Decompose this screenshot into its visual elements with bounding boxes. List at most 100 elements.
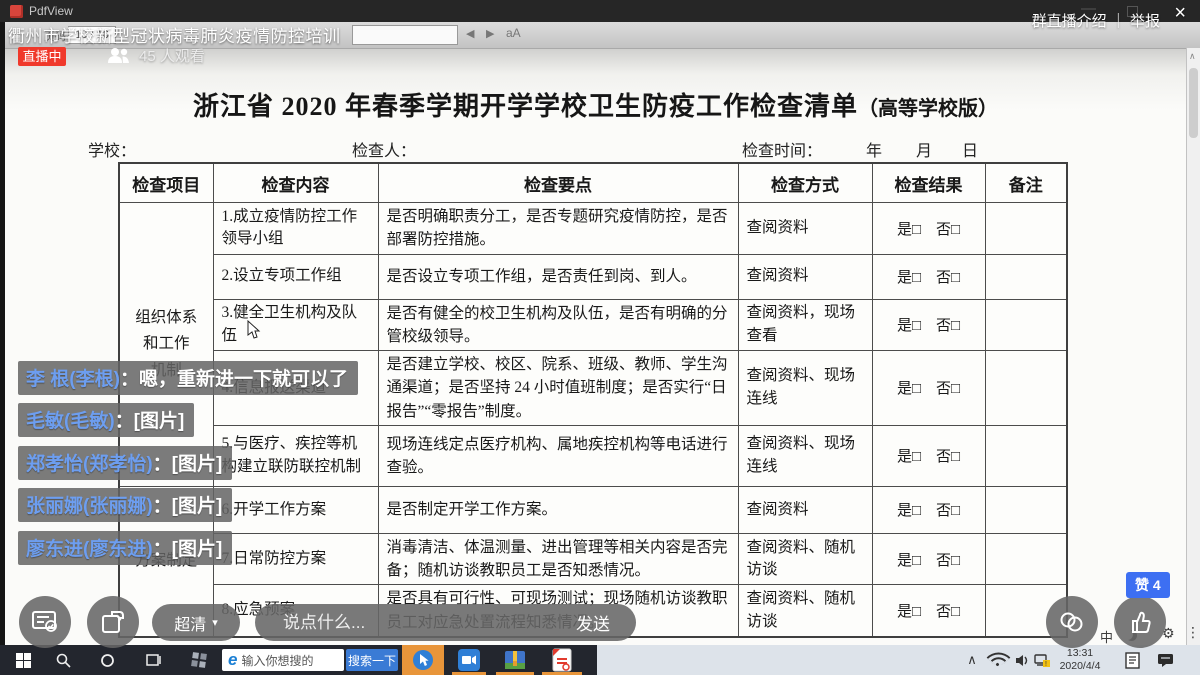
- task-view-icon: [145, 653, 161, 667]
- notes-icon[interactable]: [1120, 645, 1144, 675]
- cell-points: 是否明确职责分工，是否专题研究疫情防控，是否部署防控措施。: [378, 203, 738, 255]
- pdfview-app-icon: [10, 5, 23, 18]
- live-badge: 直播中: [18, 47, 66, 66]
- cell-content: 1.成立疫情防控工作领导小组: [213, 203, 378, 255]
- start-button[interactable]: [8, 645, 38, 675]
- cell-result: 是□ 否□: [872, 351, 985, 426]
- document-scrollbar[interactable]: ∧: [1186, 48, 1200, 645]
- table-row: 5.与医疗、疾控等机构建立联防联控机制 现场连线定点医疗机构、属地疾控机构等电话…: [119, 425, 1067, 486]
- cortana-icon: [100, 653, 115, 668]
- chat-sender-name: 张丽娜(张丽娜): [26, 496, 153, 517]
- pinned-app-pinwheel[interactable]: [184, 645, 214, 675]
- mouse-cursor: [246, 320, 261, 340]
- viewers-icon: [106, 47, 132, 64]
- video-app-icon: [458, 649, 480, 671]
- cell-remark: [985, 299, 1067, 351]
- notification-center-icon[interactable]: [1152, 645, 1178, 675]
- edge-icon[interactable]: e: [228, 650, 237, 670]
- share-button[interactable]: [1046, 596, 1098, 648]
- cell-result: 是□ 否□: [872, 533, 985, 585]
- cell-points: 是否制定开学工作方案。: [378, 486, 738, 533]
- report-link[interactable]: 举报: [1130, 13, 1160, 30]
- like-button[interactable]: [1114, 596, 1166, 648]
- table-row: 方案制定 6.开学工作方案 是否制定开学工作方案。 查阅资料 是□ 否□: [119, 486, 1067, 533]
- cell-points: 消毒清洁、体温测量、进出管理等相关内容是否完备；随机访谈教职员工是否知悉情况。: [378, 533, 738, 585]
- col-header-points: 检查要点: [378, 163, 738, 203]
- thumbs-up-icon: [1127, 609, 1153, 635]
- network-icon[interactable]: !: [1032, 645, 1052, 675]
- chat-input[interactable]: [255, 612, 576, 634]
- share-link-icon: [1058, 611, 1086, 633]
- scrollbar-thumb[interactable]: [1189, 68, 1198, 138]
- task-view-button[interactable]: [138, 645, 168, 675]
- menu-divider: ｜: [1111, 13, 1126, 30]
- meta-year: 年: [866, 137, 882, 161]
- taskbar-search-box[interactable]: e 输入你想搜的: [222, 649, 344, 671]
- viewer-count: 45 人观看: [106, 45, 205, 66]
- tray-chevron-up[interactable]: ∧: [962, 645, 982, 675]
- font-size-icon[interactable]: aA: [506, 26, 521, 40]
- live-stream-window: PdfView 页码 10 / 16 ◀ ▶ aA 浙江省 2020 年春季学期…: [0, 0, 1200, 675]
- svg-text:!: !: [1045, 661, 1047, 667]
- scrollbar-up-icon[interactable]: ∧: [1189, 52, 1196, 62]
- taskbar-search-button[interactable]: [48, 645, 78, 675]
- cell-points: 是否设立专项工作组，是否责任到岗、到人。: [378, 254, 738, 299]
- cell-method: 查阅资料: [738, 254, 872, 299]
- taskbar-search-placeholder: 输入你想搜的: [241, 652, 313, 669]
- stream-top-menu: 群直播介绍 ｜ 举报: [1032, 10, 1160, 31]
- prev-page-icon[interactable]: ◀: [466, 27, 474, 40]
- wifi-icon[interactable]: [988, 645, 1008, 675]
- col-header-content: 检查内容: [213, 163, 378, 203]
- table-header-row: 检查项目 检查内容 检查要点 检查方式 检查结果 备注: [119, 163, 1067, 203]
- group-live-intro-link[interactable]: 群直播介绍: [1032, 13, 1107, 30]
- stream-title: 衢州市学校新型冠状病毒肺炎疫情防控培训: [8, 22, 341, 47]
- search-go-button[interactable]: 搜索一下: [346, 649, 398, 671]
- cell-result: 是□ 否□: [872, 203, 985, 255]
- chat-message: 郑孝怡(郑孝怡)：[图片]: [18, 446, 232, 480]
- taskbar-app-archive[interactable]: [494, 645, 536, 675]
- cell-result: 是□ 否□: [872, 299, 985, 351]
- cell-remark: [985, 425, 1067, 486]
- checklist-body: 组织体系 和工作 机制 1.成立疫情防控工作领导小组 是否明确职责分工，是否专题…: [119, 203, 1067, 637]
- cell-remark: [985, 351, 1067, 426]
- col-header-method: 检查方式: [738, 163, 872, 203]
- col-header-remark: 备注: [985, 163, 1067, 203]
- cortana-button[interactable]: [92, 645, 122, 675]
- like-count-badge: 赞 4: [1126, 572, 1170, 598]
- taskbar-app-video[interactable]: [450, 645, 488, 675]
- cell-method: 查阅资料，现场查看: [738, 299, 872, 351]
- cell-remark: [985, 486, 1067, 533]
- send-button[interactable]: 发送: [576, 610, 636, 635]
- cell-group: 组织体系 和工作 机制: [119, 203, 213, 487]
- taskbar-app-pdf[interactable]: [540, 645, 584, 675]
- chat-input-bar: 发送: [255, 604, 636, 641]
- pointer-app-icon: [412, 649, 434, 671]
- meta-inspector: 检查人：: [352, 137, 416, 161]
- chevron-down-icon: ▾: [212, 616, 218, 629]
- cell-content: 6.开学工作方案: [213, 486, 378, 533]
- taskbar-clock[interactable]: 13:31 2020/4/4: [1052, 647, 1108, 673]
- chat-list-button[interactable]: [19, 596, 71, 648]
- chat-message: 毛敏(毛敏)：[图片]: [18, 403, 194, 437]
- col-header-result: 检查结果: [872, 163, 985, 203]
- taskbar-app-pointer[interactable]: [402, 645, 444, 675]
- cell-remark: [985, 203, 1067, 255]
- next-page-icon[interactable]: ▶: [486, 27, 494, 40]
- windows-logo-icon: [16, 653, 31, 668]
- left-edge-strip: [0, 22, 5, 645]
- volume-icon[interactable]: [1012, 645, 1032, 675]
- archive-app-icon: [504, 649, 526, 671]
- ime-indicator[interactable]: 中: [1100, 627, 1113, 646]
- table-row: 组织体系 和工作 机制 1.成立疫情防控工作领导小组 是否明确职责分工，是否专题…: [119, 203, 1067, 255]
- cell-result: 是□ 否□: [872, 486, 985, 533]
- close-icon[interactable]: ×: [1174, 2, 1186, 25]
- chat-message: 张丽娜(张丽娜)：[图片]: [18, 488, 232, 522]
- toolbar-search-field[interactable]: [352, 25, 458, 45]
- tray-overflow-icon[interactable]: ⋮: [1186, 625, 1200, 641]
- cell-points: 是否建立学校、校区、院系、班级、教师、学生沟通渠道；是否坚持 24 小时值班制度…: [378, 351, 738, 426]
- rotate-screen-button[interactable]: [87, 596, 139, 648]
- cell-content: 7.日常防控方案: [213, 533, 378, 585]
- meta-month: 月: [916, 137, 932, 161]
- cell-method: 查阅资料: [738, 203, 872, 255]
- quality-selector[interactable]: 超清 ▾: [152, 604, 240, 641]
